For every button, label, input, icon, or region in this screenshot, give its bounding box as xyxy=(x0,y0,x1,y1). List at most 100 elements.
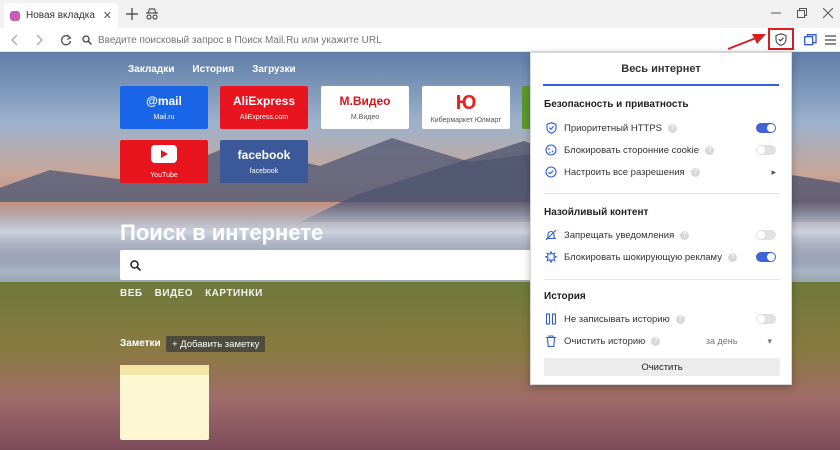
speed-dial-tile-ulmart[interactable]: Ю Кибермаркет Юлмарт xyxy=(422,86,510,129)
facebook-logo-icon: facebook xyxy=(237,148,291,162)
section-title-security: Безопасность и приватность xyxy=(544,99,689,110)
restore-icon xyxy=(797,8,807,18)
browser-logo-icon xyxy=(10,10,20,21)
tabs-icon xyxy=(803,34,817,46)
notes-label: Заметки xyxy=(120,338,161,349)
period-select[interactable]: за день ▾ xyxy=(706,336,772,347)
forward-button[interactable] xyxy=(32,32,48,48)
section-title-annoying: Назойливый контент xyxy=(544,207,649,218)
search-icon xyxy=(130,259,141,271)
plus-icon xyxy=(126,8,138,20)
tab-new-tab[interactable]: Новая вкладка ✕ xyxy=(4,3,118,28)
bookmarks-link[interactable]: Закладки xyxy=(128,64,174,75)
mailru-logo-icon: @mail xyxy=(146,94,182,108)
incognito-button[interactable] xyxy=(144,6,160,22)
reload-icon xyxy=(60,34,72,46)
shield-icon xyxy=(544,121,558,135)
incognito-icon xyxy=(146,8,158,20)
help-icon[interactable]: ? xyxy=(727,252,737,262)
tile-label: Mail.ru xyxy=(153,114,175,121)
top-navigation: Закладки История Загрузки xyxy=(128,64,296,75)
check-circle-icon xyxy=(544,165,558,179)
clear-history-button[interactable]: Очистить xyxy=(544,358,780,376)
tile-label: М.Видео xyxy=(350,114,380,121)
no-history-toggle[interactable] xyxy=(756,314,776,324)
search-tab-images[interactable]: КАРТИНКИ xyxy=(205,288,263,299)
ulmart-logo-icon: Ю xyxy=(455,91,477,114)
speed-dial-tile-facebook[interactable]: facebook facebook xyxy=(220,140,308,183)
speed-dial-tile-aliexpress[interactable]: AliExpress AliExpress.com xyxy=(220,86,308,129)
shock-ads-toggle[interactable] xyxy=(756,252,776,262)
note-card[interactable] xyxy=(120,365,209,440)
mvideo-logo-icon: М.Видео xyxy=(339,94,391,108)
popup-header: Весь интернет xyxy=(543,53,779,86)
history-link[interactable]: История xyxy=(192,64,234,75)
setting-cookie[interactable]: Блокировать сторонние cookie ? xyxy=(544,142,776,158)
speed-dial-tile-youtube[interactable]: YouTube xyxy=(120,140,208,183)
speed-dial-tile-mvideo[interactable]: М.Видео М.Видео xyxy=(321,86,409,129)
setting-https[interactable]: Приоритетный HTTPS ? xyxy=(544,120,776,136)
setting-label: Блокировать шокирующую рекламу xyxy=(564,251,722,263)
setting-label: Настроить все разрешения xyxy=(564,166,685,178)
help-icon[interactable]: ? xyxy=(668,123,678,133)
cookie-icon xyxy=(544,143,558,157)
setting-permissions[interactable]: Настроить все разрешения ? ▸ xyxy=(544,164,776,180)
search-tab-web[interactable]: ВЕБ xyxy=(120,288,143,299)
close-icon[interactable]: ✕ xyxy=(103,9,112,22)
burst-icon xyxy=(544,250,558,264)
web-search-input[interactable] xyxy=(149,259,529,271)
help-icon[interactable]: ? xyxy=(680,230,690,240)
minimize-button[interactable] xyxy=(764,4,788,22)
setting-label: Приоритетный HTTPS xyxy=(564,122,663,134)
setting-label: Запрещать уведомления xyxy=(564,229,675,241)
address-bar[interactable] xyxy=(82,31,722,49)
site-security-button[interactable] xyxy=(768,28,794,50)
https-toggle[interactable] xyxy=(756,123,776,133)
tile-label: YouTube xyxy=(150,171,178,179)
navigation-bar xyxy=(0,28,840,52)
divider xyxy=(544,193,780,194)
address-input[interactable] xyxy=(98,34,658,46)
annotation-arrow-icon xyxy=(727,34,766,50)
restore-button[interactable] xyxy=(790,4,814,22)
help-icon[interactable]: ? xyxy=(675,314,685,324)
back-arrow-icon xyxy=(11,34,18,46)
help-icon[interactable]: ? xyxy=(690,167,700,177)
cookie-toggle[interactable] xyxy=(756,145,776,155)
popup-title[interactable]: Весь интернет xyxy=(621,63,701,75)
youtube-logo-icon xyxy=(151,144,177,166)
back-button[interactable] xyxy=(6,32,22,48)
tab-strip: Новая вкладка ✕ xyxy=(0,0,840,28)
speed-dial-tile-mailru[interactable]: @mail Mail.ru xyxy=(120,86,208,129)
downloads-link[interactable]: Загрузки xyxy=(252,64,296,75)
web-search-box[interactable] xyxy=(120,250,540,280)
setting-clear-history[interactable]: Очистить историю ? за день ▾ xyxy=(544,333,776,349)
tab-title: Новая вкладка xyxy=(26,10,95,21)
shield-icon xyxy=(775,32,787,46)
search-icon xyxy=(82,35,92,45)
add-note-button[interactable]: + Добавить заметку xyxy=(166,336,266,352)
setting-notifications[interactable]: Запрещать уведомления ? xyxy=(544,227,776,243)
trash-icon xyxy=(544,334,558,348)
setting-label: Не записывать историю xyxy=(564,313,670,325)
menu-button[interactable] xyxy=(822,32,838,48)
divider xyxy=(544,279,780,280)
aliexpress-logo-icon: AliExpress xyxy=(232,94,296,108)
notifications-toggle[interactable] xyxy=(756,230,776,240)
new-tab-button[interactable] xyxy=(124,6,140,22)
search-type-tabs: ВЕБ ВИДЕО КАРТИНКИ xyxy=(120,288,263,299)
reload-button[interactable] xyxy=(58,32,74,48)
section-title-history: История xyxy=(544,291,586,302)
setting-label: Очистить историю xyxy=(564,335,646,347)
hamburger-icon xyxy=(824,35,836,45)
setting-shock-ads[interactable]: Блокировать шокирующую рекламу ? xyxy=(544,249,776,265)
setting-no-history[interactable]: Не записывать историю ? xyxy=(544,311,776,327)
close-icon xyxy=(823,8,833,18)
search-tab-video[interactable]: ВИДЕО xyxy=(155,288,193,299)
chevron-right-icon: ▸ xyxy=(771,166,776,177)
close-window-button[interactable] xyxy=(816,4,840,22)
help-icon[interactable]: ? xyxy=(651,336,661,346)
tabs-overview-button[interactable] xyxy=(802,32,818,48)
help-icon[interactable]: ? xyxy=(705,145,715,155)
pause-icon xyxy=(544,312,558,326)
